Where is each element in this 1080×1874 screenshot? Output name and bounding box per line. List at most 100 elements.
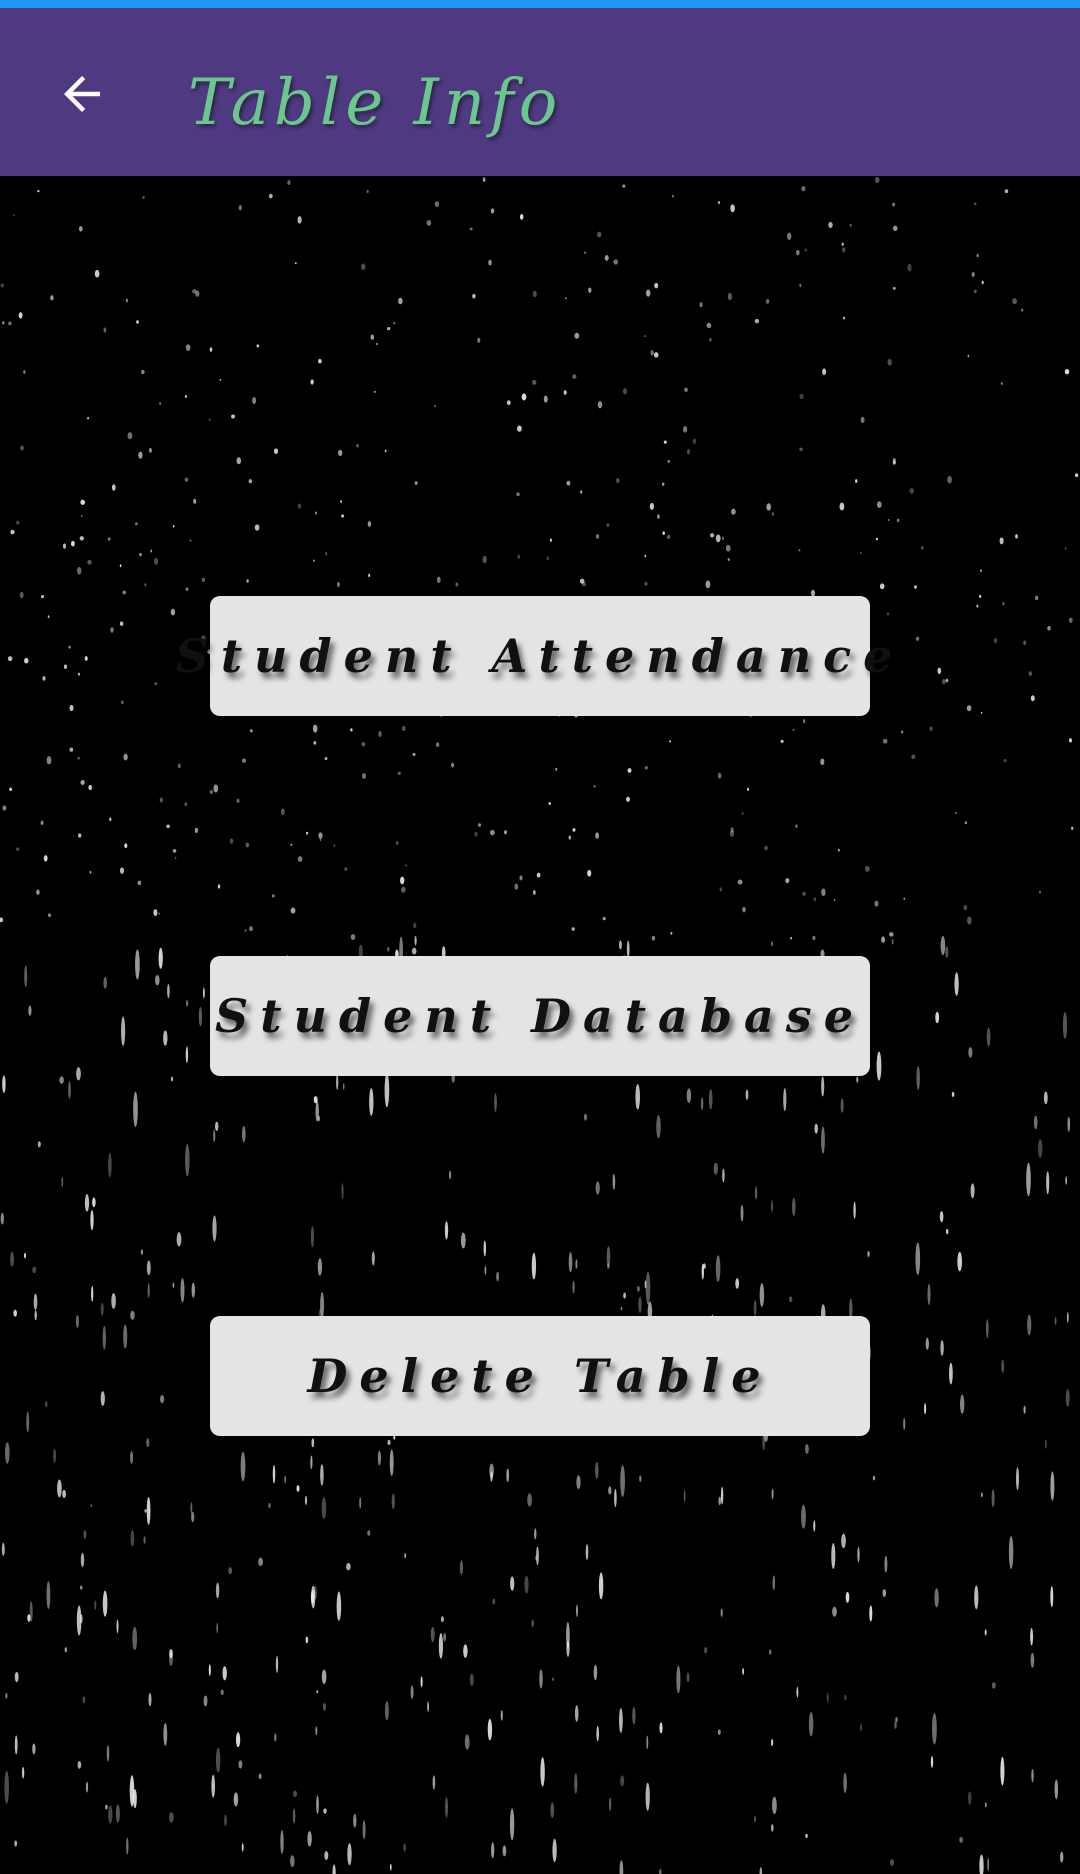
star-speck <box>608 1486 612 1495</box>
star-speck <box>324 757 328 761</box>
star-speck <box>167 984 170 999</box>
star-speck <box>398 297 403 305</box>
star-speck <box>657 514 660 519</box>
star-speck <box>322 1702 327 1711</box>
star-speck <box>1003 759 1007 763</box>
star-speck <box>792 728 795 732</box>
back-button[interactable] <box>44 56 120 132</box>
star-speck <box>821 888 826 897</box>
star-speck <box>77 1760 82 1769</box>
star-speck <box>53 1448 56 1463</box>
star-speck <box>796 1686 799 1698</box>
star-speck <box>268 1502 271 1509</box>
star-speck <box>584 251 587 255</box>
star-speck <box>108 1152 112 1178</box>
star-speck <box>133 1091 138 1127</box>
star-speck <box>909 487 915 494</box>
star-speck <box>338 449 343 457</box>
star-speck <box>333 844 336 847</box>
student-attendance-button[interactable]: Student Attendance <box>176 596 892 716</box>
delete-table-button[interactable]: Delete Table <box>210 1316 870 1436</box>
star-speck <box>26 1411 30 1433</box>
student-attendance-label: Student Attendance <box>175 629 905 683</box>
star-speck <box>174 856 177 860</box>
star-speck <box>79 536 84 541</box>
star-speck <box>144 1509 147 1513</box>
star-speck <box>241 1125 246 1143</box>
star-speck <box>821 1076 825 1097</box>
star-speck <box>747 787 750 791</box>
star-speck <box>968 1791 972 1805</box>
star-speck <box>532 379 537 385</box>
star-speck <box>170 1076 174 1082</box>
star-speck <box>220 1689 224 1695</box>
star-speck <box>57 1479 62 1498</box>
student-database-button[interactable]: Student Database <box>210 956 870 1076</box>
star-speck <box>580 490 583 494</box>
star-speck <box>612 1173 616 1190</box>
star-speck <box>620 1306 623 1311</box>
star-speck <box>138 552 143 557</box>
star-speck <box>932 1713 937 1745</box>
star-speck <box>1001 1359 1005 1374</box>
star-speck <box>10 1251 15 1267</box>
star-speck <box>100 1302 104 1316</box>
star-speck <box>597 401 603 409</box>
star-speck <box>753 1815 757 1823</box>
star-speck <box>670 931 673 935</box>
star-speck <box>840 1098 844 1113</box>
star-speck <box>312 559 315 562</box>
star-speck <box>140 1249 144 1255</box>
star-speck <box>189 539 192 542</box>
star-speck <box>598 1572 604 1600</box>
star-speck <box>336 1074 339 1090</box>
star-speck <box>593 1664 598 1681</box>
star-speck <box>549 538 552 542</box>
star-speck <box>91 1285 94 1302</box>
star-speck <box>543 395 548 403</box>
star-speck <box>290 843 293 847</box>
star-speck <box>125 298 128 303</box>
star-speck <box>903 1417 906 1431</box>
star-speck <box>788 1296 793 1303</box>
star-speck <box>400 876 405 885</box>
star-speck <box>927 1283 931 1306</box>
star-speck <box>172 1282 175 1288</box>
star-speck <box>32 1743 36 1755</box>
star-speck <box>945 678 949 683</box>
star-speck <box>496 1271 500 1282</box>
star-speck <box>13 1309 17 1317</box>
star-speck <box>892 225 898 231</box>
star-speck <box>463 1644 468 1658</box>
star-speck <box>886 612 889 616</box>
star-speck <box>46 1581 51 1610</box>
star-speck <box>163 1030 168 1046</box>
star-speck <box>108 1805 113 1824</box>
star-speck <box>341 1183 344 1200</box>
star-speck <box>213 784 219 793</box>
star-speck <box>122 590 126 595</box>
star-speck <box>717 1729 721 1735</box>
star-speck <box>604 254 609 261</box>
star-speck <box>369 1088 374 1116</box>
star-speck <box>314 511 318 515</box>
star-speck <box>587 869 592 877</box>
star-speck <box>102 1590 108 1617</box>
star-speck <box>798 549 801 552</box>
star-speck <box>1068 738 1073 743</box>
star-speck <box>275 1655 279 1673</box>
star-speck <box>887 358 892 366</box>
star-speck <box>311 1438 315 1448</box>
star-speck <box>83 1530 87 1539</box>
star-speck <box>320 1464 324 1486</box>
star-speck <box>945 946 949 958</box>
star-speck <box>84 656 88 661</box>
star-speck <box>980 569 983 572</box>
star-speck <box>704 1646 708 1654</box>
star-speck <box>960 1394 965 1414</box>
star-speck <box>896 518 900 523</box>
star-speck <box>341 514 345 518</box>
star-speck <box>839 502 845 511</box>
star-speck <box>5 1442 10 1464</box>
star-speck <box>915 636 920 641</box>
